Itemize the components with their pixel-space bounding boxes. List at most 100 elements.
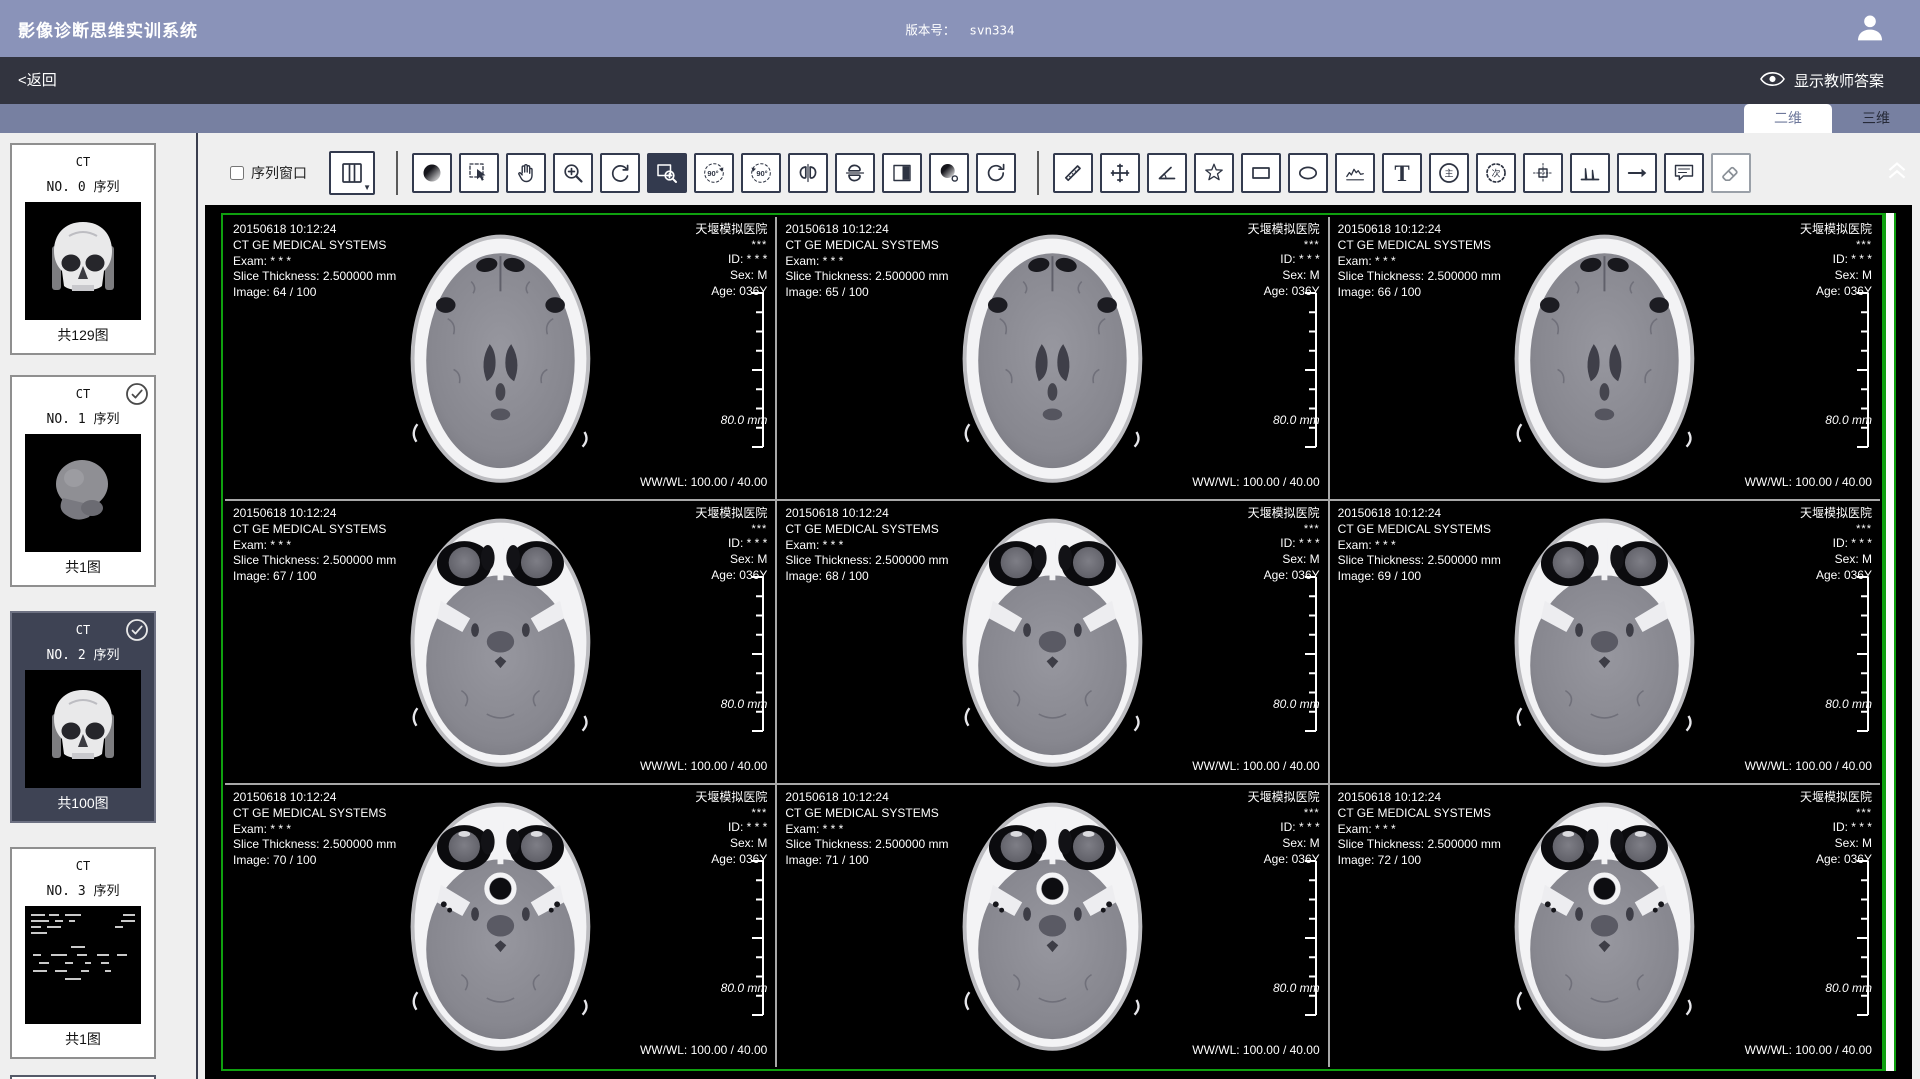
overlay-image-index: Image: 70 / 100 bbox=[233, 853, 396, 869]
series-card[interactable]: CT NO. 1 序列 共1图 bbox=[10, 375, 156, 587]
overlay-slice-thickness: Slice Thickness: 2.500000 mm bbox=[233, 553, 396, 569]
zoom-button[interactable] bbox=[553, 153, 593, 193]
overlay-wwwl: WW/WL: 100.00 / 40.00 bbox=[1192, 759, 1319, 775]
viewer-cell[interactable]: 20150618 10:12:24 CT GE MEDICAL SYSTEMS … bbox=[225, 217, 775, 499]
overlay-datetime: 20150618 10:12:24 bbox=[233, 222, 396, 238]
sequence-window-checkbox[interactable]: 序列窗口 bbox=[230, 163, 307, 183]
overlay-image-index: Image: 68 / 100 bbox=[785, 569, 948, 585]
show-teacher-answer-button[interactable]: 显示教师答案 bbox=[1760, 57, 1884, 104]
eraser-button[interactable] bbox=[1711, 153, 1751, 193]
series-checked-icon bbox=[125, 618, 149, 642]
overlay-patient-id: ID: * * * bbox=[1248, 536, 1320, 552]
overlay-slice-thickness: Slice Thickness: 2.500000 mm bbox=[233, 837, 396, 853]
pan-button[interactable] bbox=[506, 153, 546, 193]
overlay-wwwl: WW/WL: 100.00 / 40.00 bbox=[1192, 475, 1319, 491]
measure-angle-button[interactable] bbox=[1147, 153, 1187, 193]
toolbar-divider bbox=[1037, 151, 1039, 195]
zoom-region-button[interactable] bbox=[647, 153, 687, 193]
series-title: NO. 3 序列 bbox=[12, 880, 154, 899]
text-annotation-button[interactable]: T bbox=[1382, 153, 1422, 193]
rotate-90-cw-button[interactable]: 90° bbox=[741, 153, 781, 193]
layout-button[interactable]: ▼ bbox=[329, 151, 375, 195]
primary-mark-button[interactable]: 主 bbox=[1429, 153, 1469, 193]
app-window: 影像诊断思维实训系统 版本号：svn334 <返回 显示教师答案 二维 三维 C… bbox=[0, 0, 1920, 1079]
comment-button[interactable] bbox=[1664, 153, 1704, 193]
overlay-patient-id: ID: * * * bbox=[1800, 252, 1872, 268]
flip-horizontal-button[interactable] bbox=[788, 153, 828, 193]
overlay-exam: Exam: * * * bbox=[1338, 254, 1501, 270]
overlay-patient-id: ID: * * * bbox=[695, 820, 767, 836]
rect-roi-button[interactable] bbox=[1241, 153, 1281, 193]
reset-button[interactable] bbox=[976, 153, 1016, 193]
profile-peaks-button[interactable] bbox=[1570, 153, 1610, 193]
rotate-90-ccw-button[interactable]: 90° bbox=[694, 153, 734, 193]
scale-ruler-icon bbox=[751, 292, 765, 453]
curve-profile-button[interactable] bbox=[1335, 153, 1375, 193]
scale-ruler-icon bbox=[751, 860, 765, 1021]
nav-bar: <返回 显示教师答案 bbox=[0, 57, 1920, 104]
invert-button[interactable] bbox=[882, 153, 922, 193]
measure-length-button[interactable] bbox=[1053, 153, 1093, 193]
overlay-image-index: Image: 67 / 100 bbox=[233, 569, 396, 585]
overlay-patient-id: ID: * * * bbox=[695, 252, 767, 268]
series-title: NO. 0 序列 bbox=[12, 176, 154, 195]
viewer-cell[interactable]: 20150618 10:12:24 CT GE MEDICAL SYSTEMS … bbox=[777, 217, 1327, 499]
overlay-slice-thickness: Slice Thickness: 2.500000 mm bbox=[1338, 837, 1501, 853]
viewer-cell[interactable]: 20150618 10:12:24 CT GE MEDICAL SYSTEMS … bbox=[777, 785, 1327, 1067]
viewer-cell[interactable]: 20150618 10:12:24 CT GE MEDICAL SYSTEMS … bbox=[777, 501, 1327, 783]
svg-text:次: 次 bbox=[1491, 167, 1500, 178]
overlay-device: CT GE MEDICAL SYSTEMS bbox=[1338, 238, 1501, 254]
series-count: 共1图 bbox=[12, 557, 154, 577]
overlay-scale-label: 80.0 mm bbox=[1825, 697, 1872, 713]
tab-3d[interactable]: 三维 bbox=[1832, 104, 1920, 133]
overlay-wwwl: WW/WL: 100.00 / 40.00 bbox=[640, 759, 767, 775]
polygon-star-button[interactable] bbox=[1194, 153, 1234, 193]
overlay-scale-label: 80.0 mm bbox=[721, 697, 768, 713]
overlay-exam: Exam: * * * bbox=[1338, 538, 1501, 554]
overlay-stars: *** bbox=[1800, 806, 1872, 821]
image-viewer: 20150618 10:12:24 CT GE MEDICAL SYSTEMS … bbox=[205, 205, 1912, 1079]
select-button[interactable] bbox=[459, 153, 499, 193]
overlay-exam: Exam: * * * bbox=[233, 538, 396, 554]
ellipse-roi-button[interactable] bbox=[1288, 153, 1328, 193]
overlay-device: CT GE MEDICAL SYSTEMS bbox=[1338, 806, 1501, 822]
viewer-cell[interactable]: 20150618 10:12:24 CT GE MEDICAL SYSTEMS … bbox=[1330, 501, 1880, 783]
overlay-datetime: 20150618 10:12:24 bbox=[785, 506, 948, 522]
series-card[interactable]: CT NO. 0 序列 共129图 bbox=[10, 143, 156, 355]
back-button[interactable]: <返回 bbox=[18, 57, 57, 104]
window-level-button[interactable] bbox=[412, 153, 452, 193]
tab-strip: 二维 三维 bbox=[0, 104, 1920, 133]
overlay-stars: *** bbox=[1248, 806, 1320, 821]
window-level-preset-button[interactable] bbox=[929, 153, 969, 193]
user-icon[interactable] bbox=[1850, 8, 1890, 48]
scale-ruler-icon bbox=[1304, 860, 1318, 1021]
viewer-cell[interactable]: 20150618 10:12:24 CT GE MEDICAL SYSTEMS … bbox=[225, 501, 775, 783]
crosshair-button[interactable] bbox=[1100, 153, 1140, 193]
series-title: NO. 2 序列 bbox=[12, 644, 154, 663]
series-card[interactable]: CT NO. 2 序列 共100图 bbox=[10, 611, 156, 823]
tab-2d[interactable]: 二维 bbox=[1744, 104, 1832, 133]
viewer-scrollbar[interactable] bbox=[1884, 213, 1896, 1071]
arrow-annotation-button[interactable] bbox=[1617, 153, 1657, 193]
overlay-device: CT GE MEDICAL SYSTEMS bbox=[785, 806, 948, 822]
series-card[interactable]: CT NO. 3 序列 共1图 bbox=[10, 847, 156, 1059]
overlay-slice-thickness: Slice Thickness: 2.500000 mm bbox=[785, 553, 948, 569]
overlay-wwwl: WW/WL: 100.00 / 40.00 bbox=[1192, 1043, 1319, 1059]
overlay-hospital: 天堰模拟医院 bbox=[695, 506, 767, 522]
overlay-device: CT GE MEDICAL SYSTEMS bbox=[1338, 522, 1501, 538]
scale-ruler-icon bbox=[1304, 292, 1318, 453]
viewer-cell[interactable]: 20150618 10:12:24 CT GE MEDICAL SYSTEMS … bbox=[225, 785, 775, 1067]
center-locate-button[interactable] bbox=[1523, 153, 1563, 193]
viewer-cell[interactable]: 20150618 10:12:24 CT GE MEDICAL SYSTEMS … bbox=[1330, 217, 1880, 499]
overlay-image-index: Image: 64 / 100 bbox=[233, 285, 396, 301]
toolbar-collapse-icon[interactable] bbox=[1884, 158, 1910, 185]
overlay-slice-thickness: Slice Thickness: 2.500000 mm bbox=[233, 269, 396, 285]
overlay-exam: Exam: * * * bbox=[785, 254, 948, 270]
overlay-slice-thickness: Slice Thickness: 2.500000 mm bbox=[785, 837, 948, 853]
sequence-window-checkbox-input[interactable] bbox=[230, 166, 244, 180]
rotate-button[interactable] bbox=[600, 153, 640, 193]
viewer-cell[interactable]: 20150618 10:12:24 CT GE MEDICAL SYSTEMS … bbox=[1330, 785, 1880, 1067]
flip-vertical-button[interactable] bbox=[835, 153, 875, 193]
toolbar-divider bbox=[396, 151, 398, 195]
secondary-mark-button[interactable]: 次 bbox=[1476, 153, 1516, 193]
